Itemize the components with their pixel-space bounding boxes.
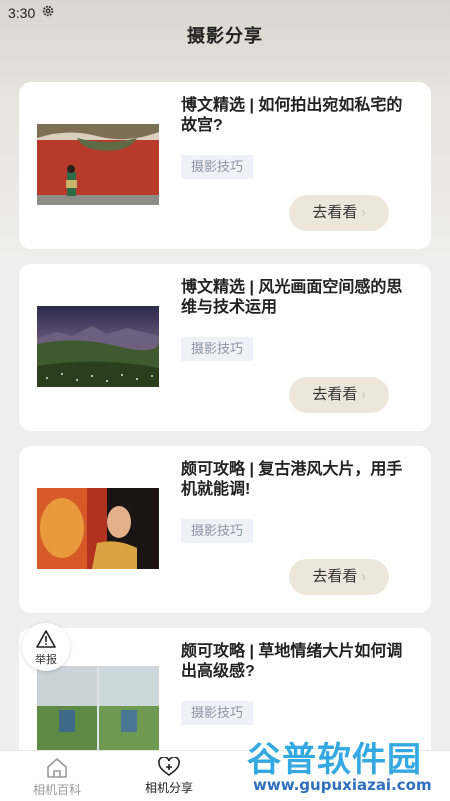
category-tag: 摄影技巧 [181, 155, 253, 179]
chevron-right-icon: › [361, 387, 366, 402]
article-card[interactable]: 颇可攻略 | 复古港风大片，用手机就能调! 摄影技巧 去看看 › [19, 446, 431, 613]
view-button[interactable]: 去看看 › [289, 377, 389, 413]
article-thumbnail [37, 124, 159, 205]
warning-icon [36, 630, 56, 648]
category-tag: 摄影技巧 [181, 701, 253, 725]
article-thumbnail [37, 666, 159, 752]
report-label: 举报 [35, 654, 57, 666]
chevron-right-icon: › [361, 569, 366, 584]
watermark: 谷普软件园 www.gupuxiazai.com [243, 730, 450, 800]
view-button-label: 去看看 [312, 386, 358, 403]
watermark-title: 谷普软件园 [247, 740, 422, 780]
view-button[interactable]: 去看看 › [289, 559, 389, 595]
article-card[interactable]: 博文精选 | 如何拍出宛如私宅的故宫? 摄影技巧 去看看 › [19, 82, 431, 249]
chevron-right-icon: › [361, 205, 366, 220]
category-tag: 摄影技巧 [181, 519, 253, 543]
category-tag: 摄影技巧 [181, 337, 253, 361]
article-title[interactable]: 颇可攻略 | 复古港风大片，用手机就能调! [181, 460, 417, 500]
watermark-url: www.gupuxiazai.com [253, 776, 432, 794]
nav-tab-camera-encyclopedia[interactable]: 相机百科 [17, 753, 97, 799]
nav-tab-camera-share[interactable]: 相机分享 [129, 753, 209, 799]
gear-icon [42, 5, 54, 17]
article-thumbnail [37, 306, 159, 387]
nav-label: 相机百科 [32, 783, 81, 797]
view-button[interactable]: 去看看 › [289, 195, 389, 231]
status-time: 3:30 [8, 5, 36, 21]
view-button-label: 去看看 [312, 204, 358, 221]
heart-plus-icon [158, 757, 180, 776]
report-button[interactable]: 举报 [22, 623, 70, 671]
article-card[interactable]: 博文精选 | 风光画面空间感的思维与技术运用 摄影技巧 去看看 › [19, 264, 431, 431]
nav-label: 相机分享 [144, 781, 193, 795]
article-thumbnail [37, 488, 159, 569]
view-button-label: 去看看 [312, 568, 358, 585]
article-title[interactable]: 博文精选 | 风光画面空间感的思维与技术运用 [181, 278, 417, 318]
page-title: 摄影分享 [187, 26, 263, 46]
article-title[interactable]: 颇可攻略 | 草地情绪大片如何调出高级感? [181, 642, 417, 682]
home-icon [47, 758, 67, 778]
article-title[interactable]: 博文精选 | 如何拍出宛如私宅的故宫? [181, 96, 417, 136]
